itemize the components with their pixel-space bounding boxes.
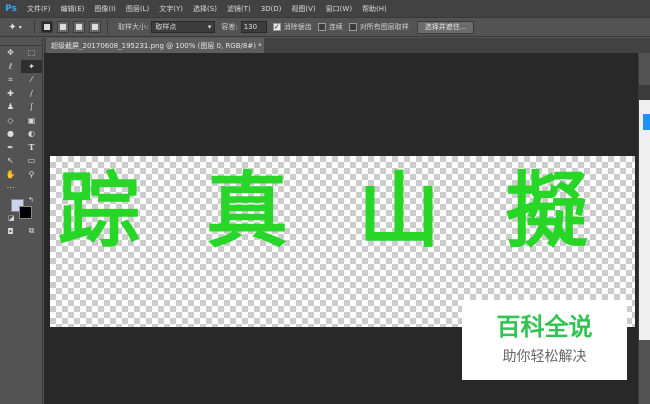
options-bar: ✦ ▾ 取样大小: 取样点 ▾ 容差: 130 ✓ 消除锯齿 连续 对所有图层取样… bbox=[0, 17, 650, 37]
select-and-mask-button[interactable]: 选择并遮住... bbox=[416, 20, 475, 34]
add-selection-icon bbox=[60, 24, 66, 30]
watermark-subtitle: 助你轻松解决 bbox=[502, 349, 587, 366]
canvas-character: 踪 bbox=[58, 163, 141, 259]
color-swatches: ↰ ◪ bbox=[0, 195, 42, 225]
divider bbox=[34, 20, 35, 34]
default-colors-icon[interactable]: ◪ bbox=[8, 214, 15, 222]
spot-healing-tool-icon[interactable]: ✚ bbox=[0, 87, 21, 101]
empty-slot bbox=[21, 181, 42, 195]
menu-help[interactable]: 帮助(H) bbox=[357, 4, 392, 14]
menu-image[interactable]: 图像(I) bbox=[89, 4, 121, 14]
history-brush-tool-icon[interactable]: ∫ bbox=[21, 100, 42, 114]
tolerance-label: 容差: bbox=[221, 23, 238, 31]
antialias-label: 消除锯齿 bbox=[283, 23, 312, 31]
menu-file[interactable]: 文件(F) bbox=[22, 4, 56, 14]
magic-wand-preset-icon[interactable]: ✦ ▾ bbox=[0, 18, 30, 36]
right-panel-strip bbox=[638, 53, 650, 404]
crop-tool-icon[interactable]: ⌗ bbox=[0, 73, 21, 87]
menu-edit[interactable]: 编辑(E) bbox=[56, 4, 90, 14]
eraser-tool-icon[interactable]: ◇ bbox=[0, 114, 21, 128]
intersect-selection-icon bbox=[92, 24, 98, 30]
photoshop-logo: Ps bbox=[5, 3, 17, 14]
antialias-checkbox[interactable]: ✓ bbox=[272, 23, 281, 31]
document-tab-title: 超级截屏_20170608_195231.png @ 100% (图层 0, R… bbox=[51, 41, 262, 50]
menu-select[interactable]: 选择(S) bbox=[188, 4, 222, 14]
document-tab[interactable]: 超级截屏_20170608_195231.png @ 100% (图层 0, R… bbox=[46, 38, 264, 53]
zoom-tool-icon[interactable]: ⚲ bbox=[21, 168, 42, 182]
background-color-swatch[interactable] bbox=[19, 205, 32, 219]
hand-tool-icon[interactable]: ✋ bbox=[0, 168, 21, 182]
subtract-selection-button[interactable] bbox=[73, 21, 85, 33]
chevron-down-icon: ▾ bbox=[207, 23, 212, 31]
lasso-tool-icon[interactable]: ℓ bbox=[0, 60, 21, 74]
canvas-character: 真 bbox=[206, 163, 289, 259]
dodge-tool-icon[interactable]: ◐ bbox=[21, 127, 42, 141]
subtract-selection-icon bbox=[76, 24, 82, 30]
contiguous-checkbox[interactable] bbox=[317, 23, 326, 31]
divider bbox=[107, 20, 108, 34]
canvas-character: 擬 bbox=[506, 163, 589, 259]
rectangle-tool-icon[interactable]: ▭ bbox=[21, 154, 42, 168]
toolbar-grip[interactable] bbox=[0, 38, 42, 46]
watermark-title: 百科全说 bbox=[496, 312, 593, 341]
move-tool-icon[interactable]: ✥ bbox=[0, 46, 21, 60]
sample-size-label: 取样大小: bbox=[118, 23, 149, 31]
sample-size-value: 取样点 bbox=[155, 23, 177, 31]
panel-body bbox=[639, 100, 650, 340]
menu-view[interactable]: 视图(V) bbox=[286, 4, 320, 14]
add-selection-button[interactable] bbox=[57, 21, 69, 33]
tools-panel: ✥ ⬚ ℓ ✦ ⌗ ⁄ ✚ ∕ ♟ ∫ ◇ ▣ ● ◐ ✒ T ↖ ▭ ✋ ⚲ … bbox=[0, 38, 43, 404]
more-tools-icon[interactable]: ⋯ bbox=[0, 181, 21, 195]
gradient-tool-icon[interactable]: ▣ bbox=[21, 114, 42, 128]
menu-window[interactable]: 窗口(W) bbox=[321, 4, 357, 14]
magic-wand-tool-icon[interactable]: ✦ bbox=[21, 59, 42, 73]
menu-filter[interactable]: 滤镜(T) bbox=[222, 4, 256, 14]
menu-type[interactable]: 文字(Y) bbox=[154, 4, 188, 14]
screen-mode-icon[interactable]: ⧉ bbox=[21, 225, 42, 239]
blur-tool-icon[interactable]: ● bbox=[0, 127, 21, 141]
sample-size-select[interactable]: 取样点 ▾ bbox=[151, 21, 216, 33]
swap-colors-icon[interactable]: ↰ bbox=[28, 196, 34, 204]
type-tool-icon[interactable]: T bbox=[21, 141, 42, 155]
panel-accent bbox=[643, 114, 650, 130]
brush-tool-icon[interactable]: ∕ bbox=[21, 87, 42, 101]
marquee-tool-icon[interactable]: ⬚ bbox=[21, 46, 42, 60]
canvas-character: 山 bbox=[358, 163, 441, 259]
tolerance-input[interactable]: 130 bbox=[240, 21, 267, 33]
clone-stamp-tool-icon[interactable]: ♟ bbox=[0, 100, 21, 114]
document-tab-bar: 超级截屏_20170608_195231.png @ 100% (图层 0, R… bbox=[44, 38, 650, 53]
contiguous-label: 连续 bbox=[328, 23, 343, 31]
menu-layer[interactable]: 图层(L) bbox=[121, 4, 154, 14]
pen-tool-icon[interactable]: ✒ bbox=[0, 141, 21, 155]
new-selection-button[interactable] bbox=[41, 21, 53, 33]
menu-bar: Ps 文件(F) 编辑(E) 图像(I) 图层(L) 文字(Y) 选择(S) 滤… bbox=[0, 0, 650, 17]
eyedropper-tool-icon[interactable]: ⁄ bbox=[21, 73, 42, 87]
sample-all-layers-checkbox[interactable] bbox=[348, 23, 357, 31]
quick-mask-icon[interactable]: ◘ bbox=[0, 225, 21, 239]
path-selection-tool-icon[interactable]: ↖ bbox=[0, 154, 21, 168]
menu-3d[interactable]: 3D(D) bbox=[256, 5, 287, 13]
watermark: 百科全说 助你轻松解决 bbox=[462, 300, 627, 380]
panel-header[interactable] bbox=[639, 85, 650, 100]
sample-all-layers-label: 对所有图层取样 bbox=[359, 23, 409, 31]
new-selection-icon bbox=[44, 24, 50, 30]
intersect-selection-button[interactable] bbox=[89, 21, 101, 33]
